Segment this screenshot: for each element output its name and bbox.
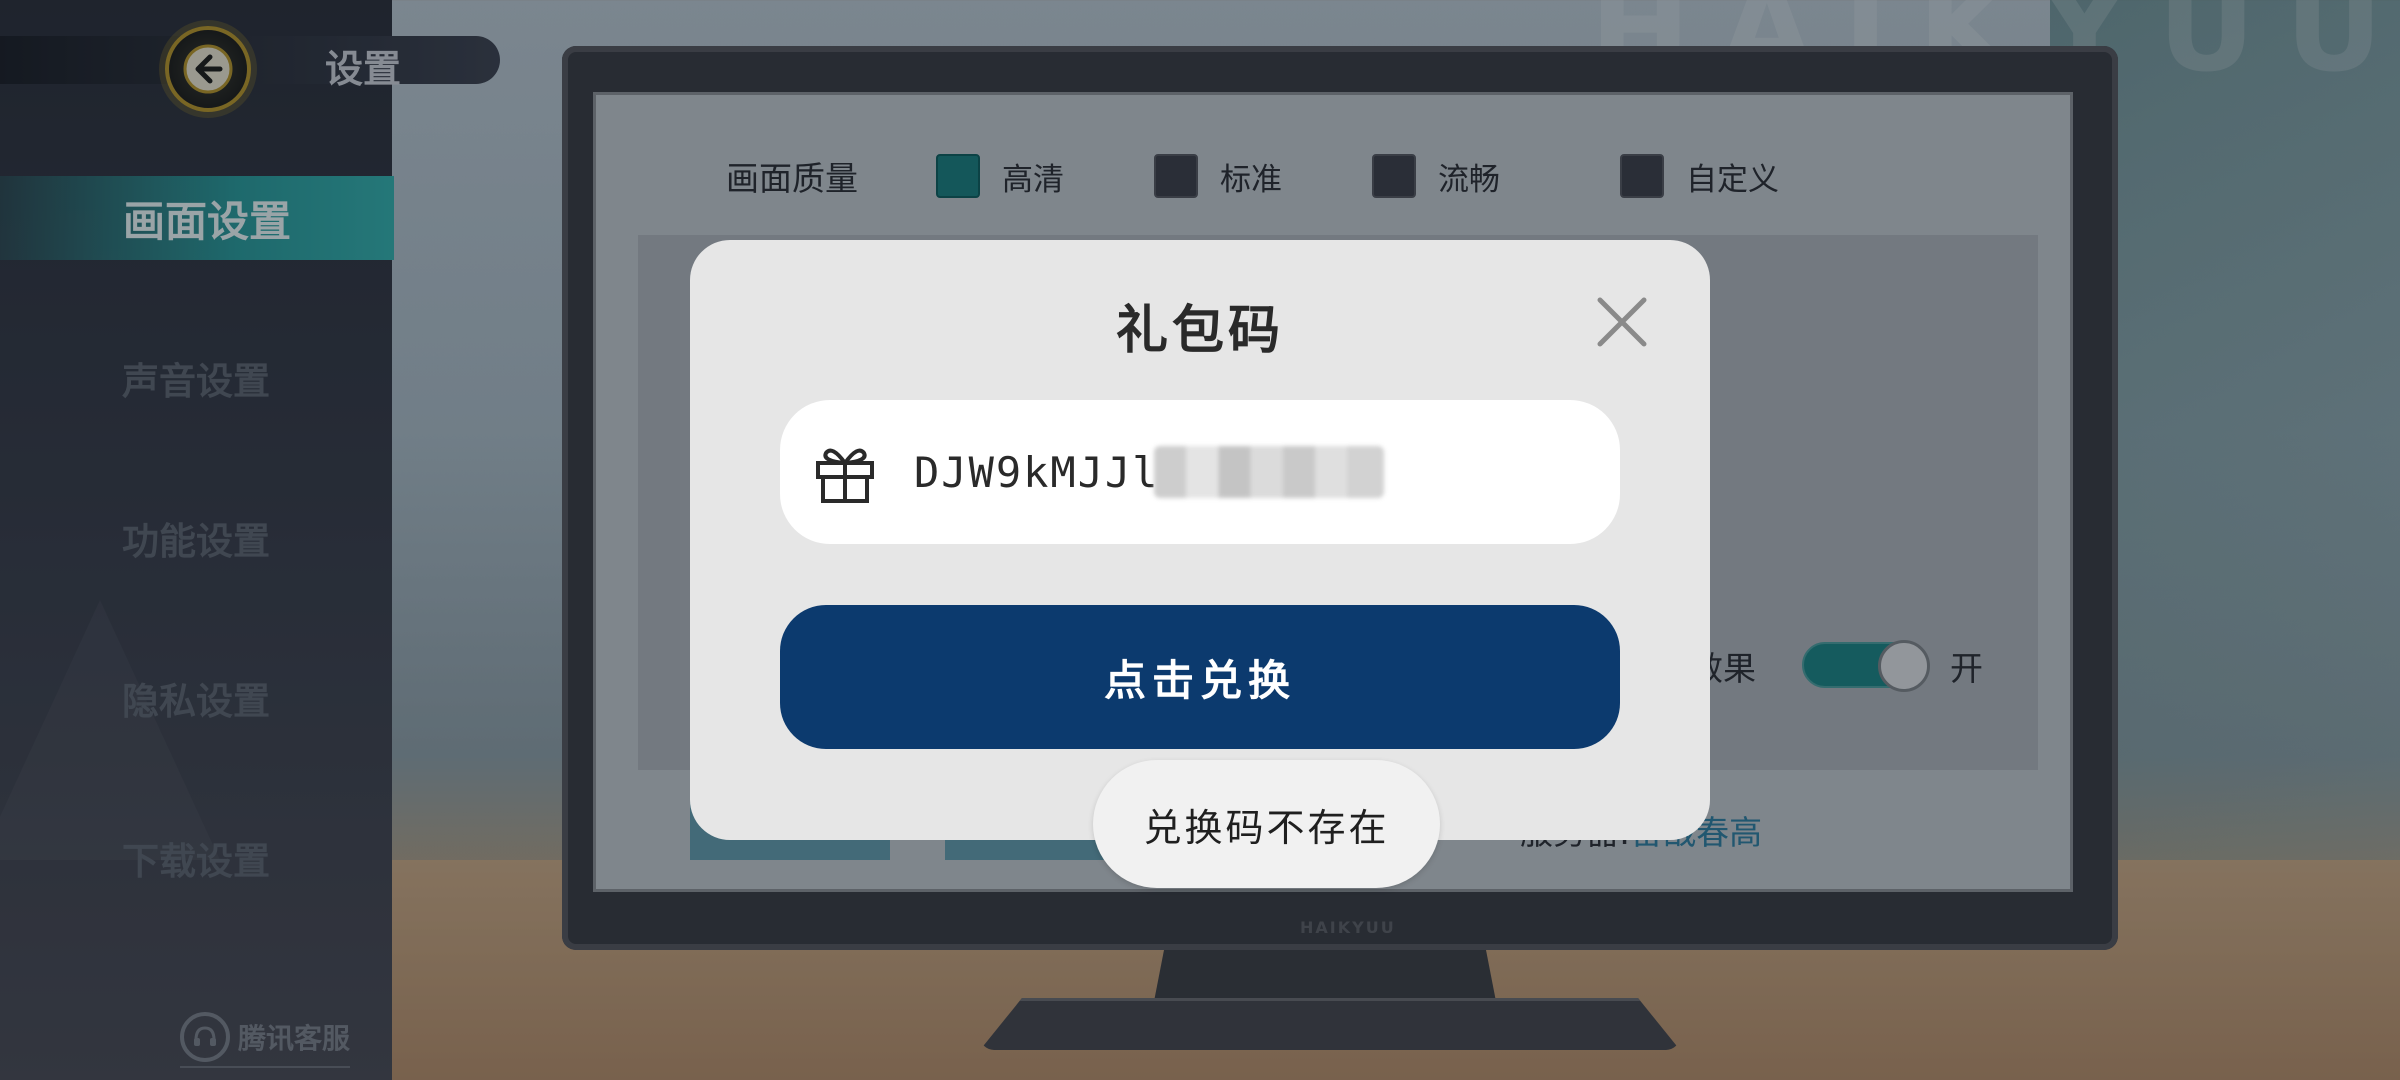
redacted-code-portion <box>1153 446 1384 498</box>
gift-code-value: DJW9kMJJl <box>914 447 1160 497</box>
gift-icon <box>816 448 874 503</box>
gift-code-dialog: 礼包码 DJW9kMJJl 点击兑换 <box>690 240 1710 840</box>
close-icon[interactable] <box>1590 290 1654 354</box>
redeem-button[interactable]: 点击兑换 <box>780 605 1620 749</box>
gift-code-input[interactable]: DJW9kMJJl <box>780 400 1620 544</box>
error-toast: 兑换码不存在 <box>1093 760 1440 888</box>
dialog-title: 礼包码 <box>1115 300 1284 361</box>
